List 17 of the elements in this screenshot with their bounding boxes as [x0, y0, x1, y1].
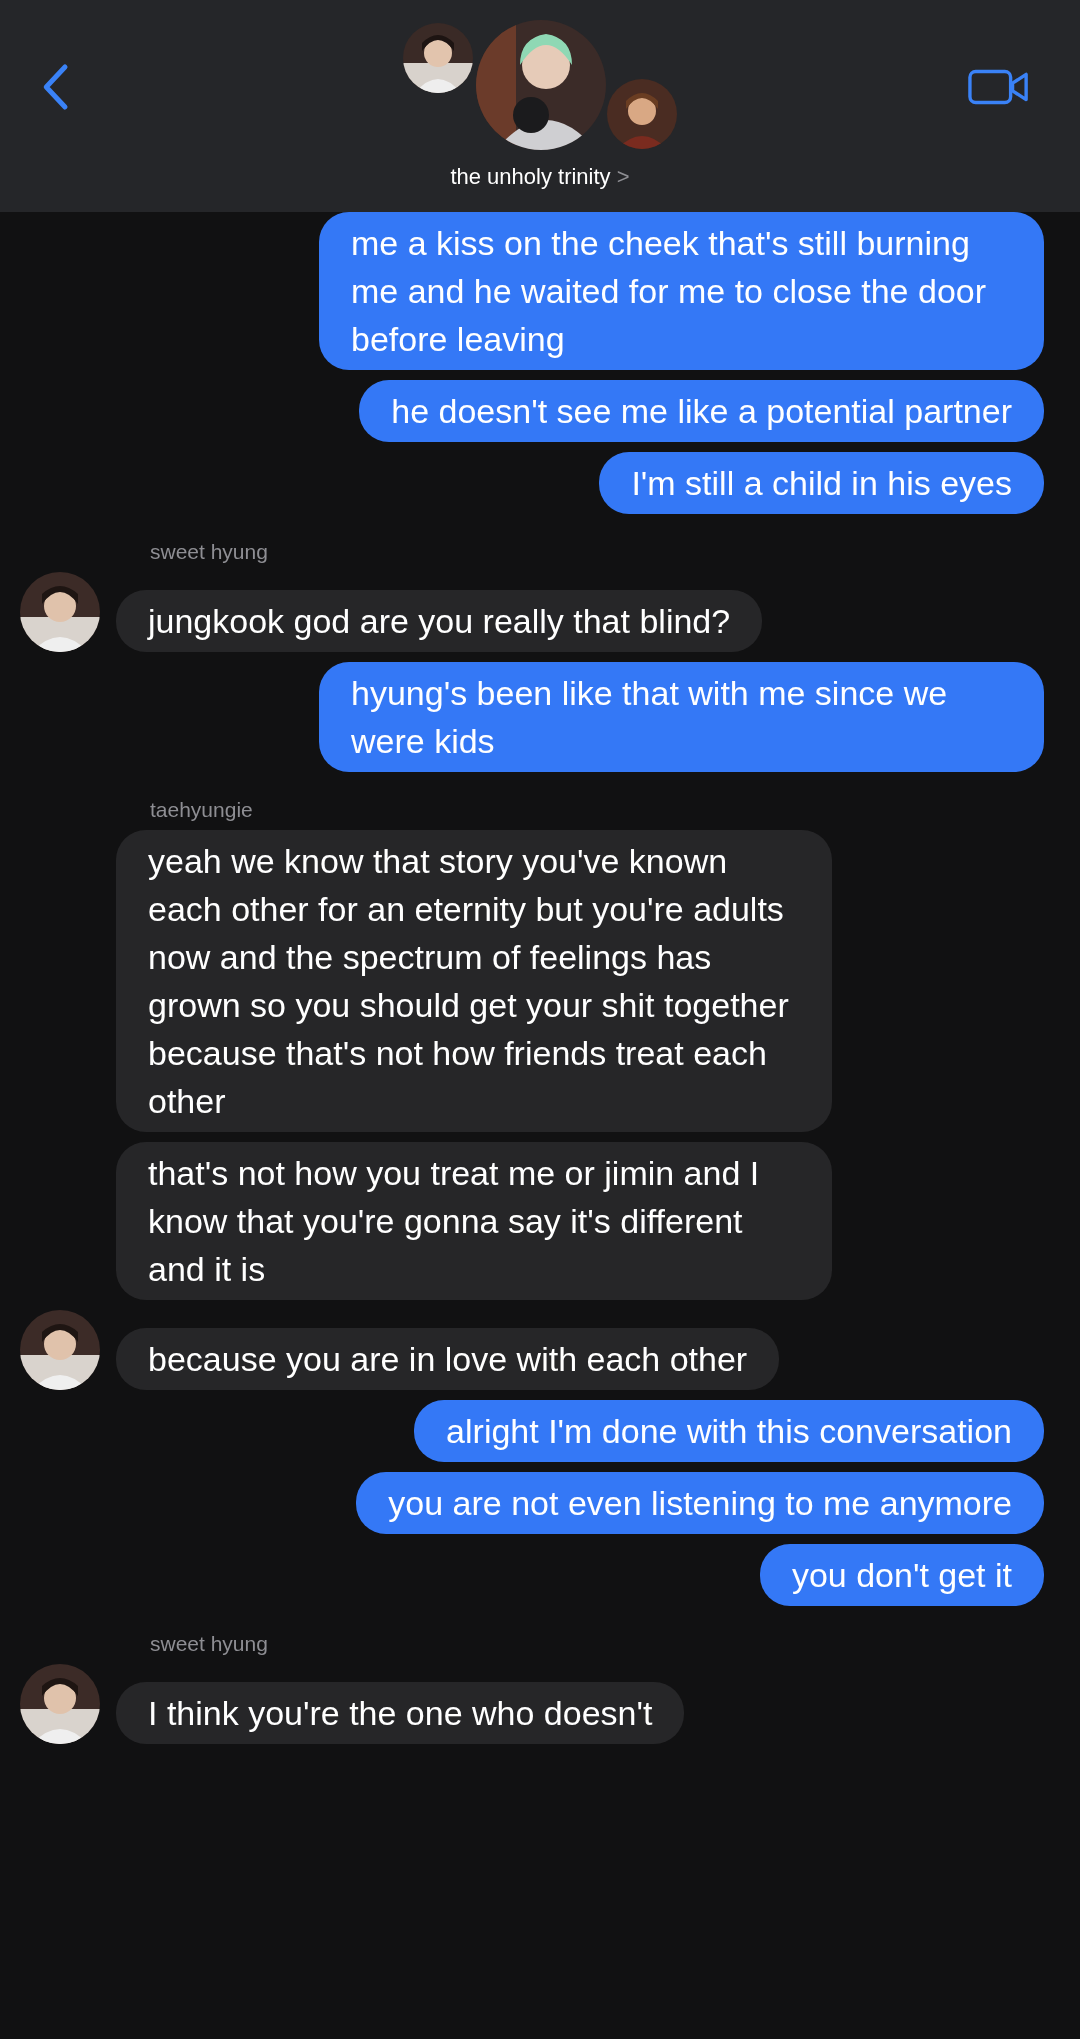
message-bubble: jungkook god are you really that blind?	[116, 590, 763, 652]
message-bubble: me a kiss on the cheek that's still burning me and he waited for me to close the door before leaving	[319, 212, 1044, 370]
message-bubble: he doesn't see me like a potential partner	[359, 380, 1044, 442]
sender-name: sweet hyung	[150, 1632, 269, 1656]
message-bubble: because you are in love with each other	[116, 1328, 780, 1390]
message-bubble: I'm still a child in his eyes	[599, 452, 1044, 514]
sender-name: taehyungie	[150, 798, 254, 822]
message-bubble: hyung's been like that with me since we were kids	[319, 662, 1044, 772]
message-bubble: I think you're the one who doesn't	[116, 1682, 685, 1744]
message-bubble: you are not even listening to me anymore	[356, 1472, 1044, 1534]
video-camera-icon[interactable]	[968, 67, 1030, 107]
group-title[interactable]: the unholy trinity >	[0, 164, 1080, 190]
message-bubble: alright I'm done with this conversation	[414, 1400, 1044, 1462]
sender-name: sweet hyung	[150, 540, 269, 564]
message-bubble: that's not how you treat me or jimin and I know that you're gonna say it's different and it is	[116, 1142, 832, 1300]
message-bubble: you don't get it	[759, 1544, 1044, 1606]
message-bubble: yeah we know that story you've known each other for an eternity but you're adults now and the spectrum of feelings has grown so you should get your shit together because that's not how friends treat each other	[116, 830, 832, 1132]
